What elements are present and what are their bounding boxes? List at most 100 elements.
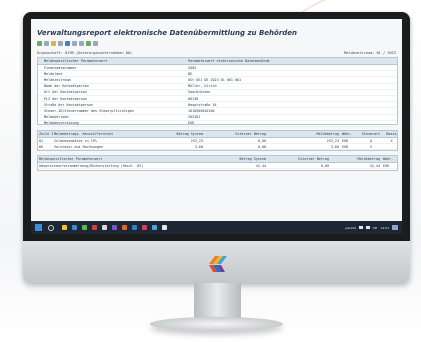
taskbar: jakobfa DE 14:53 [31,221,402,234]
window-title: Verwaltungsreport elektronische Datenübe… [37,29,298,37]
table-cell: 66130 [188,96,199,101]
search-icon[interactable] [48,224,54,231]
table-cell: Name der Kontaktperson [44,84,89,89]
app-icon[interactable] [152,225,157,230]
table-cell: Saarbrücken [188,90,211,95]
column-header: Währ. [383,157,394,161]
edge-icon[interactable] [72,225,77,230]
tray-clock[interactable]: 14:53 [380,226,389,230]
table-row[interactable]: Meldebeschreibung EUR [38,121,397,127]
excel-icon[interactable] [82,225,87,230]
table-row[interactable]: Umsatzsteuervoranmeldung/Rückerstattung … [38,163,397,170]
refresh-icon[interactable] [86,41,91,46]
table-cell: 2003 [188,65,197,70]
toolbar [37,41,98,47]
table-cell: A [369,138,373,143]
app-icon[interactable] [132,225,137,230]
table-cell: Vorsteuer aus Rechnungen [54,144,103,149]
parameter-rows: Finanzamtsnummer 2003 Meldeland DE Meldezeit… [38,65,397,127]
period-label: Meldezeitraum: 01 / 2023 [344,51,396,55]
table-cell: 202301 [188,115,201,120]
table-cell: 42,44 [369,163,380,168]
app-icon[interactable] [162,225,167,230]
table-cell: 66 [39,144,44,149]
company-label: Organschaft: 819R (Unterorganunternehmen… [37,51,133,55]
notification-icon[interactable] [392,225,398,230]
table-cell: EUR [342,144,349,149]
table-cell: V [369,144,373,149]
monitor-chin [23,241,410,283]
settings-icon[interactable] [93,41,98,46]
table-cell: Ort der Kontaktperson [44,90,87,95]
table-cell: EUR [188,121,195,126]
table-header: Meldespezifischer Parameterwert Betrag S… [38,156,397,163]
column-header: Betrag System [239,157,266,161]
table-cell: 42,44 [255,163,266,168]
export-icon[interactable] [79,41,84,46]
app-icon[interactable] [112,225,117,230]
network-icon[interactable] [359,226,364,229]
table-cell: Meldeland [44,71,63,76]
filter-icon[interactable] [65,41,70,46]
system-tray: jakobfa DE 14:53 [345,221,398,234]
column-header: Zeile ID [39,132,53,136]
column-header: Externer Betrag [298,157,329,161]
monitor-screen: Verwaltungsreport elektronische Datenübe… [31,19,402,234]
app-icon[interactable] [142,225,147,230]
table-cell: 0,00 [257,144,266,149]
windows-start-icon[interactable] [35,224,42,231]
table-cell: 3,60 [194,144,203,149]
print-icon[interactable] [58,41,63,46]
column-header: Meldebetrag [357,157,380,161]
explorer-icon[interactable] [62,225,67,230]
column-header: Externer Betrag [235,132,266,136]
table-cell: 1010505050100 [188,108,215,113]
save-icon[interactable] [51,41,56,46]
tray-user[interactable]: jakobfa [345,226,356,230]
table-header: Meldespezifischer Parameterwert Paramete… [38,58,397,65]
column-header: Steuerart [361,132,381,136]
table-cell: Straße der Kontaktperson [44,102,93,107]
table-cell: 252,23 [190,138,203,143]
table-cell: 81 [39,138,44,143]
monitor-bezel: Verwaltungsreport elektronische Datenübe… [23,12,410,241]
table-cell: X [390,138,393,143]
app-window: Verwaltungsreport elektronische Datenübe… [31,19,402,221]
summary-rows: Umsatzsteuervoranmeldung/Rückerstattung … [38,163,397,170]
table-cell: EUR [383,163,390,168]
table-row[interactable]: 66 Vorsteuer aus Rechnungen 3,60 0,00 3,60 EU… [38,144,397,151]
table-cell: DE [188,71,193,76]
table-cell: USt UEJ DE 2023 01 001 001 [188,77,242,82]
column-header: Meldebetrag [316,132,339,136]
taskbar-apps [62,225,167,230]
back-icon[interactable] [44,41,49,46]
table-cell: PLZ der Kontaktperson [44,96,87,101]
table-cell: 3,60 [330,144,339,149]
column-header: Währ. [342,132,353,136]
column-header: Meldebetrags. Kennzifferntext [54,132,114,136]
volume-icon[interactable] [366,226,371,229]
column-header: Betrag System [176,132,203,136]
table-cell: 0,00 [257,138,266,143]
table-cell: Steuer-ID/Steuernummer des Steuerpflicht… [44,108,134,113]
sort-icon[interactable] [72,41,77,46]
execute-icon[interactable] [37,41,42,46]
table-cell: 0,00 [320,163,329,168]
tray-language[interactable]: DE [373,226,377,230]
table-cell: Hauptstraße 54 [188,102,217,107]
app-icon[interactable] [92,225,97,230]
line-rows: 81 Inlandsumsätze zu 19% 252,23 0,00 252,23 E… [38,138,397,151]
table-cell: Finanzamtsnummer [44,65,77,70]
app-icon[interactable] [122,225,127,230]
app-icon[interactable] [102,225,107,230]
column-header: Basis [386,132,397,136]
table-cell: 252,23 [326,138,339,143]
table-cell: Inlandsumsätze zu 19% [54,138,97,143]
column-header: Meldespezifischer Parameterwert [44,59,108,63]
table-cell: Meldebeschreibung [44,121,79,126]
table-cell: Müller, Ulrich [188,84,217,89]
logo-icon [209,256,227,272]
table-header: Zeile ID Meldebetrags. Kennzifferntext B… [38,131,397,138]
monitor-base [150,317,283,331]
table-cell: Meldezeitraum [44,77,71,82]
